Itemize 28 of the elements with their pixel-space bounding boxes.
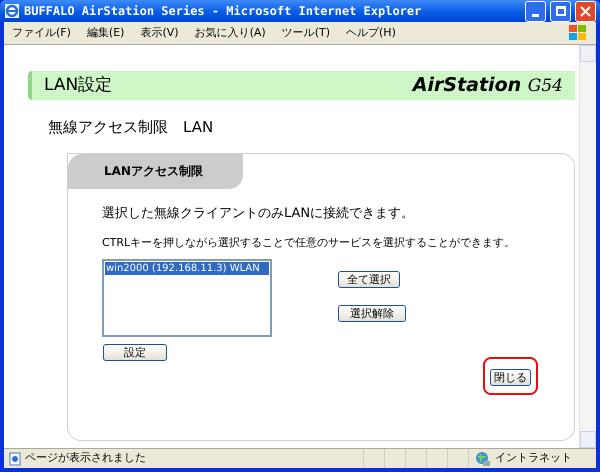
close-icon — [580, 6, 591, 16]
globe-icon — [475, 450, 491, 466]
page-heading: 無線アクセス制限 LAN — [48, 117, 214, 138]
deselect-button[interactable]: 選択解除 — [338, 305, 406, 322]
product-logo: AirStation G54 — [412, 73, 563, 98]
select-all-button[interactable]: 全て選択 — [338, 271, 400, 288]
close-page-button[interactable]: 閉じる — [490, 369, 531, 386]
window-title: BUFFALO AirStation Series - Microsoft Internet Explorer — [24, 3, 422, 20]
browser-icon — [4, 3, 20, 19]
menu-item[interactable]: お気に入り(A) — [194, 24, 266, 42]
maximize-button[interactable] — [550, 0, 571, 22]
page-icon — [8, 452, 22, 466]
menu-item[interactable]: ファイル(F) — [12, 24, 71, 42]
client-list[interactable]: win2000 (192.168.11.3) WLAN — [102, 259, 272, 337]
description-text: 選択した無線クライアントのみLANに接続できます。 — [102, 204, 416, 222]
menu-item[interactable]: ツール(T) — [282, 24, 330, 42]
menu-item[interactable]: 編集(E) — [86, 24, 124, 42]
banner-title: LAN設定 — [44, 74, 114, 97]
hint-text: CTRLキーを押しながら選択することで任意のサービスを選択することができます。 — [102, 237, 516, 249]
minimize-button[interactable] — [525, 0, 546, 22]
menu-item[interactable]: ヘルプ(H) — [346, 24, 396, 42]
menu-item[interactable]: 表示(V) — [140, 24, 179, 42]
close-button[interactable] — [575, 0, 596, 22]
status-text: ページが表示されました — [25, 450, 147, 466]
windows-logo-icon — [568, 24, 588, 42]
zone-text: イントラネット — [495, 450, 572, 466]
list-item[interactable]: win2000 (192.168.11.3) WLAN — [105, 262, 269, 275]
apply-button[interactable]: 設定 — [103, 344, 167, 361]
